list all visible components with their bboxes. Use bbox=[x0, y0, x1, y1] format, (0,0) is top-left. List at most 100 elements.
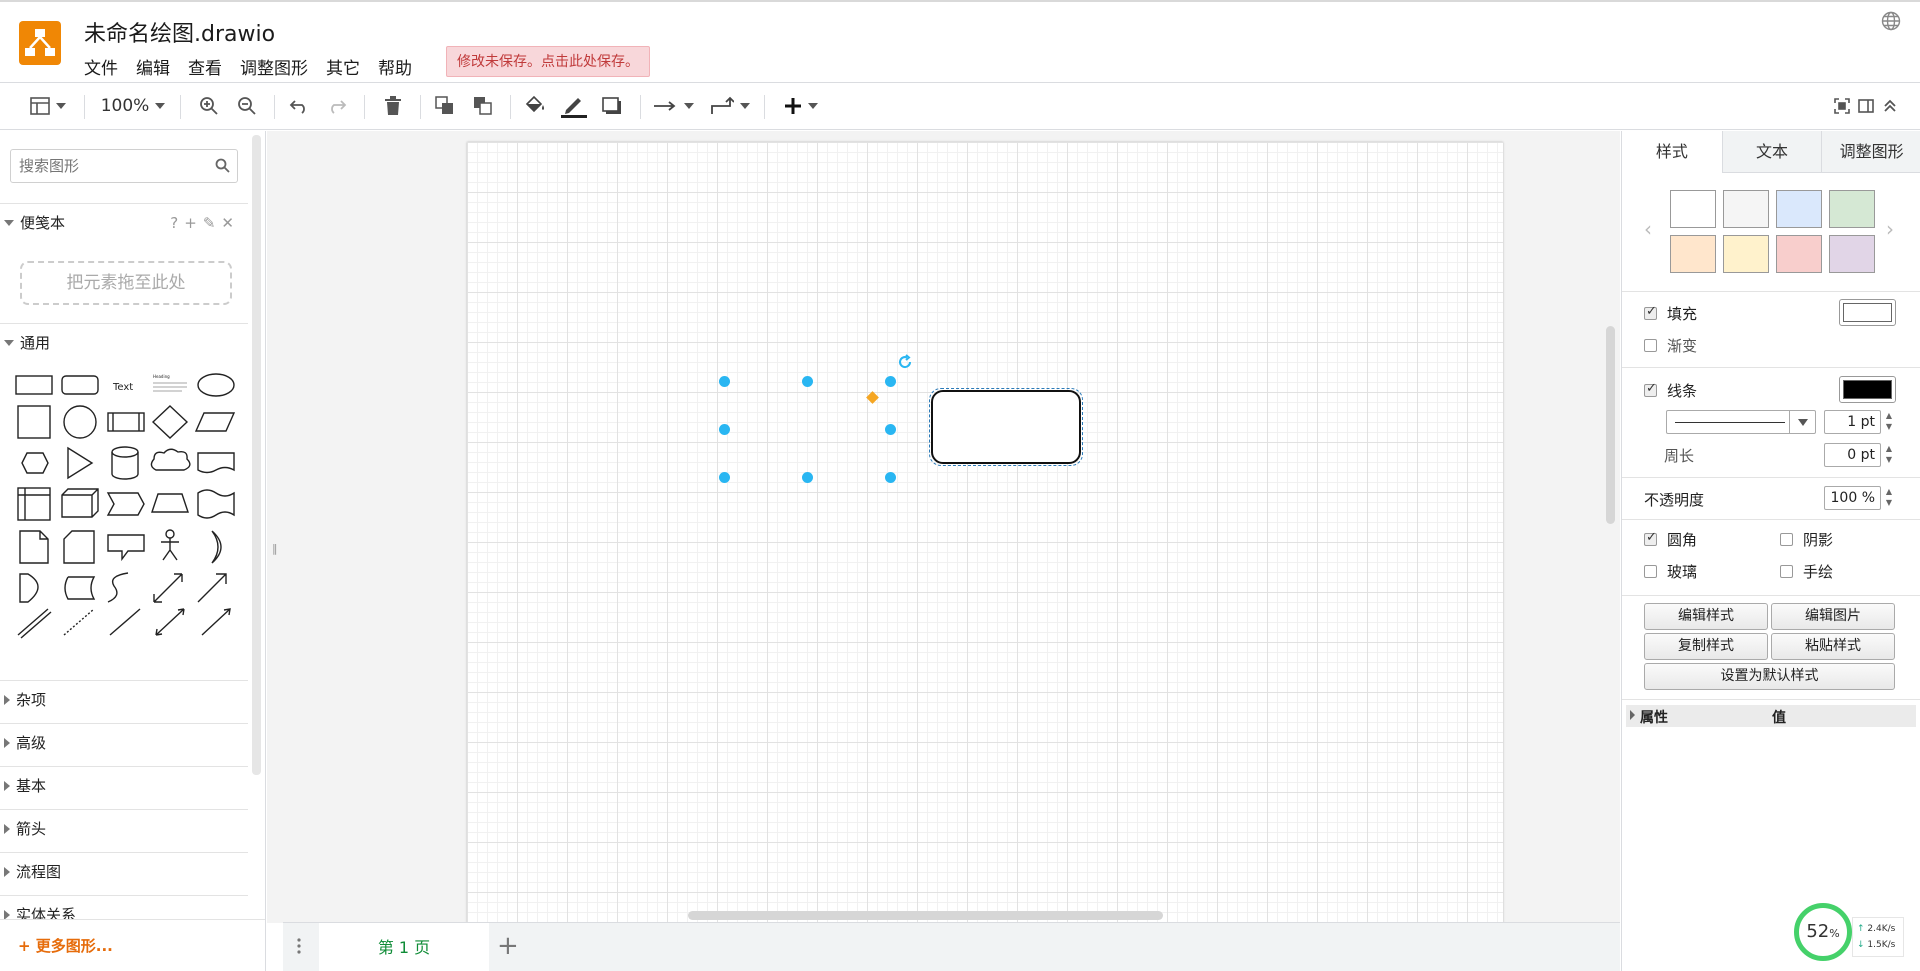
connection-style-button[interactable] bbox=[652, 91, 696, 121]
shape-circle[interactable] bbox=[63, 405, 97, 439]
paste-style-button[interactable]: 粘贴样式 bbox=[1771, 633, 1895, 660]
diagram-canvas[interactable] bbox=[267, 131, 1620, 923]
delete-icon[interactable] bbox=[380, 91, 406, 121]
canvas-vertical-scrollbar[interactable] bbox=[1606, 326, 1615, 524]
resize-handle-nw[interactable] bbox=[719, 376, 730, 387]
zoom-out-icon[interactable] bbox=[234, 91, 260, 121]
shape-actor[interactable] bbox=[161, 529, 179, 561]
shape-textbox[interactable]: Heading bbox=[153, 374, 187, 392]
resize-handle-ne[interactable] bbox=[885, 376, 896, 387]
shape-step[interactable] bbox=[106, 492, 145, 516]
menu-extras[interactable]: 其它 bbox=[326, 54, 360, 79]
page-tab-1[interactable]: 第 1 页 bbox=[319, 923, 489, 971]
chevron-left-icon[interactable]: ‹ bbox=[1644, 217, 1652, 241]
tab-arrange[interactable]: 调整图形 bbox=[1821, 131, 1920, 173]
help-icon[interactable]: ? bbox=[170, 214, 178, 232]
shape-rounded-rectangle[interactable] bbox=[61, 375, 99, 395]
network-monitor-widget[interactable]: 52% ↑ 2.4K/s ↓ 1.5K/s bbox=[1794, 903, 1906, 965]
corner-radius-handle[interactable] bbox=[866, 391, 879, 404]
add-page-icon[interactable]: + bbox=[497, 931, 519, 961]
style-swatch-6[interactable] bbox=[1723, 235, 1769, 273]
diagram-page[interactable] bbox=[467, 142, 1503, 923]
menu-help[interactable]: 帮助 bbox=[378, 54, 412, 79]
shadow-icon[interactable] bbox=[598, 91, 626, 121]
resize-handle-sw[interactable] bbox=[719, 472, 730, 483]
scratchpad-dropzone[interactable]: 把元素拖至此处 bbox=[20, 261, 232, 305]
shape-arrow[interactable] bbox=[197, 573, 227, 603]
copy-style-button[interactable]: 复制样式 bbox=[1644, 633, 1768, 660]
sidebar-section-advanced[interactable]: 高级 bbox=[0, 723, 248, 761]
waypoints-button[interactable] bbox=[708, 91, 752, 121]
shape-document[interactable] bbox=[197, 452, 235, 474]
sidebar-scrollbar[interactable] bbox=[252, 135, 261, 775]
opacity-input[interactable]: 100 % bbox=[1824, 486, 1881, 510]
close-icon[interactable]: ✕ bbox=[221, 214, 234, 232]
sidebar-section-scratchpad[interactable]: 便笺本 ? + ✎ ✕ bbox=[0, 203, 248, 241]
resize-handle-se[interactable] bbox=[885, 472, 896, 483]
shape-process[interactable] bbox=[107, 412, 145, 432]
style-swatch-7[interactable] bbox=[1776, 235, 1822, 273]
shape-or[interactable] bbox=[211, 530, 222, 564]
style-swatch-3[interactable] bbox=[1776, 190, 1822, 228]
sidebar-section-basic[interactable]: 基本 bbox=[0, 766, 248, 804]
more-shapes-button[interactable]: + 更多图形... bbox=[0, 919, 265, 971]
line-color-icon[interactable] bbox=[560, 91, 588, 121]
opacity-stepper[interactable]: ▲ ▼ bbox=[1883, 486, 1895, 510]
zoom-dropdown[interactable]: 100% bbox=[98, 91, 168, 121]
pages-menu-icon[interactable] bbox=[297, 937, 301, 959]
edit-pencil-icon[interactable]: ✎ bbox=[203, 214, 216, 232]
shape-note[interactable] bbox=[19, 530, 49, 564]
glass-checkbox[interactable] bbox=[1644, 565, 1657, 578]
style-swatch-5[interactable] bbox=[1670, 235, 1716, 273]
line-color-button[interactable] bbox=[1839, 376, 1896, 403]
collapse-chevron-up-icon[interactable] bbox=[1880, 91, 1900, 121]
shape-cube[interactable] bbox=[61, 488, 99, 518]
rounded-checkbox[interactable] bbox=[1644, 530, 1657, 546]
search-icon[interactable] bbox=[215, 158, 230, 177]
line-checkbox[interactable] bbox=[1644, 381, 1657, 397]
format-panel-icon[interactable] bbox=[1856, 91, 1876, 121]
shape-bidirectional-connector[interactable] bbox=[155, 608, 185, 636]
shape-text[interactable]: Text bbox=[112, 382, 133, 393]
perimeter-input[interactable]: 0 pt bbox=[1824, 443, 1881, 467]
shadow-checkbox[interactable] bbox=[1780, 533, 1793, 546]
tab-style[interactable]: 样式 bbox=[1622, 131, 1722, 173]
properties-table-header[interactable]: 属性 值 bbox=[1626, 705, 1916, 727]
set-default-style-button[interactable]: 设置为默认样式 bbox=[1644, 663, 1895, 690]
shape-curve[interactable] bbox=[107, 572, 129, 603]
resize-handle-s[interactable] bbox=[802, 472, 813, 483]
style-swatch-8[interactable] bbox=[1829, 235, 1875, 273]
style-swatch-4[interactable] bbox=[1829, 190, 1875, 228]
shape-data-storage[interactable] bbox=[19, 573, 39, 603]
shape-tape[interactable] bbox=[197, 489, 235, 519]
shape-dashed-line[interactable] bbox=[63, 608, 95, 636]
to-front-icon[interactable] bbox=[432, 91, 458, 121]
zoom-in-icon[interactable] bbox=[196, 91, 222, 121]
fill-checkbox[interactable] bbox=[1644, 304, 1657, 320]
shape-square[interactable] bbox=[17, 405, 51, 439]
shape-card[interactable] bbox=[63, 530, 95, 564]
shape-triangle[interactable] bbox=[67, 446, 94, 480]
shape-callout[interactable] bbox=[107, 534, 145, 562]
shape-line[interactable] bbox=[109, 608, 141, 636]
resize-handle-e[interactable] bbox=[885, 424, 896, 435]
shape-trapezoid[interactable] bbox=[151, 493, 189, 513]
style-swatch-1[interactable] bbox=[1670, 190, 1716, 228]
edit-style-button[interactable]: 编辑样式 bbox=[1644, 603, 1768, 630]
unsaved-changes-button[interactable]: 修改未保存。点击此处保存。 bbox=[446, 46, 650, 77]
shape-ellipse[interactable] bbox=[197, 373, 235, 397]
drawio-logo-icon[interactable] bbox=[19, 21, 61, 65]
shape-internal-storage[interactable] bbox=[17, 487, 51, 521]
sidebar-section-misc[interactable]: 杂项 bbox=[0, 680, 248, 718]
rotate-handle-icon[interactable] bbox=[897, 354, 913, 374]
document-title[interactable]: 未命名绘图.drawio bbox=[84, 16, 275, 48]
canvas-horizontal-scrollbar[interactable] bbox=[688, 911, 1163, 920]
menu-file[interactable]: 文件 bbox=[84, 54, 118, 79]
resize-handle-n[interactable] bbox=[802, 376, 813, 387]
search-input[interactable] bbox=[11, 150, 201, 182]
undo-icon[interactable] bbox=[286, 91, 312, 121]
sidebar-section-flowchart[interactable]: 流程图 bbox=[0, 852, 248, 890]
shape-hexagon[interactable] bbox=[21, 452, 49, 474]
menu-edit[interactable]: 编辑 bbox=[136, 54, 170, 79]
chevron-right-icon[interactable]: › bbox=[1886, 217, 1894, 241]
